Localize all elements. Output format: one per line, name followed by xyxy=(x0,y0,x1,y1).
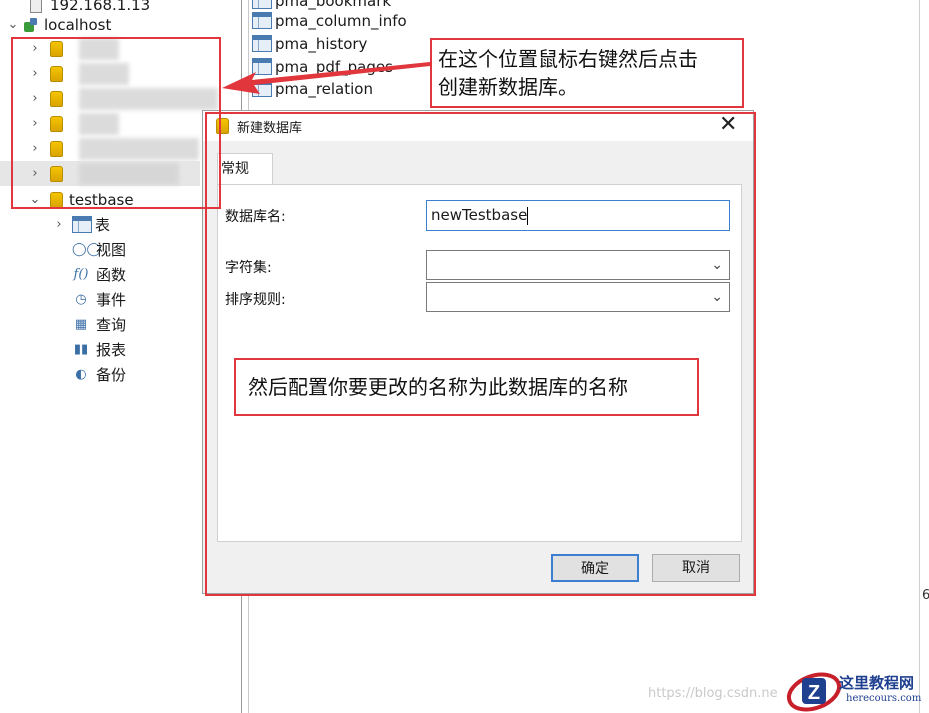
table-icon xyxy=(72,216,92,233)
svg-text:Z: Z xyxy=(808,682,820,704)
top-note-line1: 在这个位置鼠标右键然后点击 xyxy=(438,47,698,71)
db-name-label: 数据库名: xyxy=(225,209,286,225)
database-icon xyxy=(216,118,229,134)
logo-subtitle: herecours.com xyxy=(846,693,922,704)
redacted-db-name xyxy=(79,162,179,185)
database-icon xyxy=(50,115,63,132)
report-icon: ▮▮ xyxy=(73,341,89,357)
db-name-input[interactable]: newTestbase xyxy=(426,200,730,231)
text-cursor xyxy=(527,206,529,225)
database-icon xyxy=(50,165,63,182)
middle-annotation-note: 然后配置你要更改的名称为此数据库的名称 xyxy=(234,358,699,416)
db-name-value: newTestbase xyxy=(431,206,528,224)
database-icon xyxy=(49,90,63,107)
table-list-item[interactable]: pma_history xyxy=(252,31,367,56)
tree-row-db-1[interactable]: › xyxy=(28,36,208,61)
event-icon: ◷ xyxy=(75,291,87,307)
redacted-db-name xyxy=(79,62,129,85)
function-icon: f() xyxy=(73,266,89,282)
testbase-label: testbase xyxy=(69,190,134,209)
tree-item-events[interactable]: ◷ 事件 xyxy=(72,287,126,312)
right-pane-edge xyxy=(919,0,920,713)
tree-item-queries[interactable]: ▦ 查询 xyxy=(72,312,126,337)
ok-label: 确定 xyxy=(581,561,609,577)
chevron-right-icon[interactable]: › xyxy=(52,217,66,232)
ok-button[interactable]: 确定 xyxy=(551,554,639,582)
tree-item-label: 视图 xyxy=(96,241,127,259)
tree-item-views[interactable]: ◯◯ 视图 xyxy=(72,237,126,262)
tree-row-testbase[interactable]: ⌄ testbase xyxy=(28,187,134,212)
tree-item-label: 表 xyxy=(95,216,111,234)
collation-label: 排序规则: xyxy=(225,292,286,308)
tree-item-label: 函数 xyxy=(96,266,127,284)
tree-item-reports[interactable]: ▮▮ 报表 xyxy=(72,337,126,362)
tree-item-backup[interactable]: ◐ 备份 xyxy=(72,362,126,387)
collation-select[interactable]: ⌄ xyxy=(426,282,730,312)
host-label: localhost xyxy=(44,15,112,34)
dialog-title: 新建数据库 xyxy=(237,121,303,136)
cancel-button[interactable]: 取消 xyxy=(652,554,740,582)
query-icon: ▦ xyxy=(74,316,88,332)
close-icon[interactable]: ✕ xyxy=(719,112,737,137)
table-list-item[interactable]: pma_column_info xyxy=(252,8,407,33)
charset-label: 字符集: xyxy=(225,260,272,276)
tree-item-tables[interactable]: › 表 xyxy=(52,212,110,237)
tree-item-label: 事件 xyxy=(96,291,127,309)
server-icon xyxy=(30,0,42,13)
table-name: pma_history xyxy=(275,34,368,53)
new-database-dialog: 新建数据库 ✕ 常规 数据库名: newTestbase 字符集: ⌄ 排序规则… xyxy=(202,110,754,594)
chevron-right-icon[interactable]: › xyxy=(28,91,42,106)
tree-row-db-2[interactable]: › xyxy=(28,61,208,86)
chevron-right-icon[interactable]: › xyxy=(28,116,42,131)
tree-row-db-4[interactable]: › xyxy=(28,111,208,136)
tree-item-functions[interactable]: f() 函数 xyxy=(72,262,127,287)
chevron-right-icon[interactable]: › xyxy=(28,166,42,181)
database-icon xyxy=(50,40,63,57)
charset-select[interactable]: ⌄ xyxy=(426,250,730,280)
tab-general[interactable]: 常规 xyxy=(217,153,273,185)
connection-icon xyxy=(24,17,38,32)
tree-item-label: 查询 xyxy=(96,316,127,334)
backup-icon: ◐ xyxy=(75,366,87,382)
chevron-right-icon[interactable]: › xyxy=(28,66,42,81)
edge-fragment-text: 6 xyxy=(922,588,929,603)
chevron-right-icon[interactable]: › xyxy=(28,141,42,156)
chevron-right-icon[interactable]: › xyxy=(28,41,42,56)
redacted-db-name xyxy=(78,87,219,110)
tree-row-localhost[interactable]: ⌄ localhost xyxy=(6,12,112,37)
redacted-db-name xyxy=(79,37,119,60)
redacted-db-name xyxy=(79,137,199,160)
table-name: pma_column_info xyxy=(275,11,407,30)
tree-item-label: 报表 xyxy=(96,341,127,359)
table-icon xyxy=(252,12,272,29)
watermark-url: https://blog.csdn.ne xyxy=(648,686,778,701)
redacted-db-name xyxy=(79,112,119,135)
database-icon xyxy=(50,191,63,208)
view-icon: ◯◯ xyxy=(72,241,102,257)
middle-note-text: 然后配置你要更改的名称为此数据库的名称 xyxy=(248,375,628,399)
cancel-label: 取消 xyxy=(682,560,710,576)
table-icon xyxy=(252,35,272,52)
chevron-down-icon: ⌄ xyxy=(711,289,723,305)
tree-item-label: 备份 xyxy=(96,366,127,384)
tree-row-db-5[interactable]: › xyxy=(28,136,208,161)
top-note-line2: 创建新数据库。 xyxy=(438,75,578,99)
dialog-titlebar[interactable]: 新建数据库 ✕ xyxy=(203,111,753,141)
site-logo: Z 这里教程网 herecours.com xyxy=(784,670,929,713)
logo-title: 这里教程网 xyxy=(839,674,915,692)
database-icon xyxy=(50,140,63,157)
database-icon xyxy=(50,65,63,82)
tab-general-label: 常规 xyxy=(221,161,249,177)
tree-row-db-6[interactable]: › xyxy=(0,161,200,186)
top-annotation-note: 在这个位置鼠标右键然后点击 创建新数据库。 xyxy=(430,38,744,108)
chevron-down-icon[interactable]: ⌄ xyxy=(28,192,42,207)
annotation-arrow xyxy=(222,62,430,94)
tree-row-db-3[interactable]: › xyxy=(28,86,219,111)
logo-mark-icon: Z xyxy=(786,672,842,712)
chevron-down-icon[interactable]: ⌄ xyxy=(6,17,20,32)
chevron-down-icon: ⌄ xyxy=(711,257,723,273)
